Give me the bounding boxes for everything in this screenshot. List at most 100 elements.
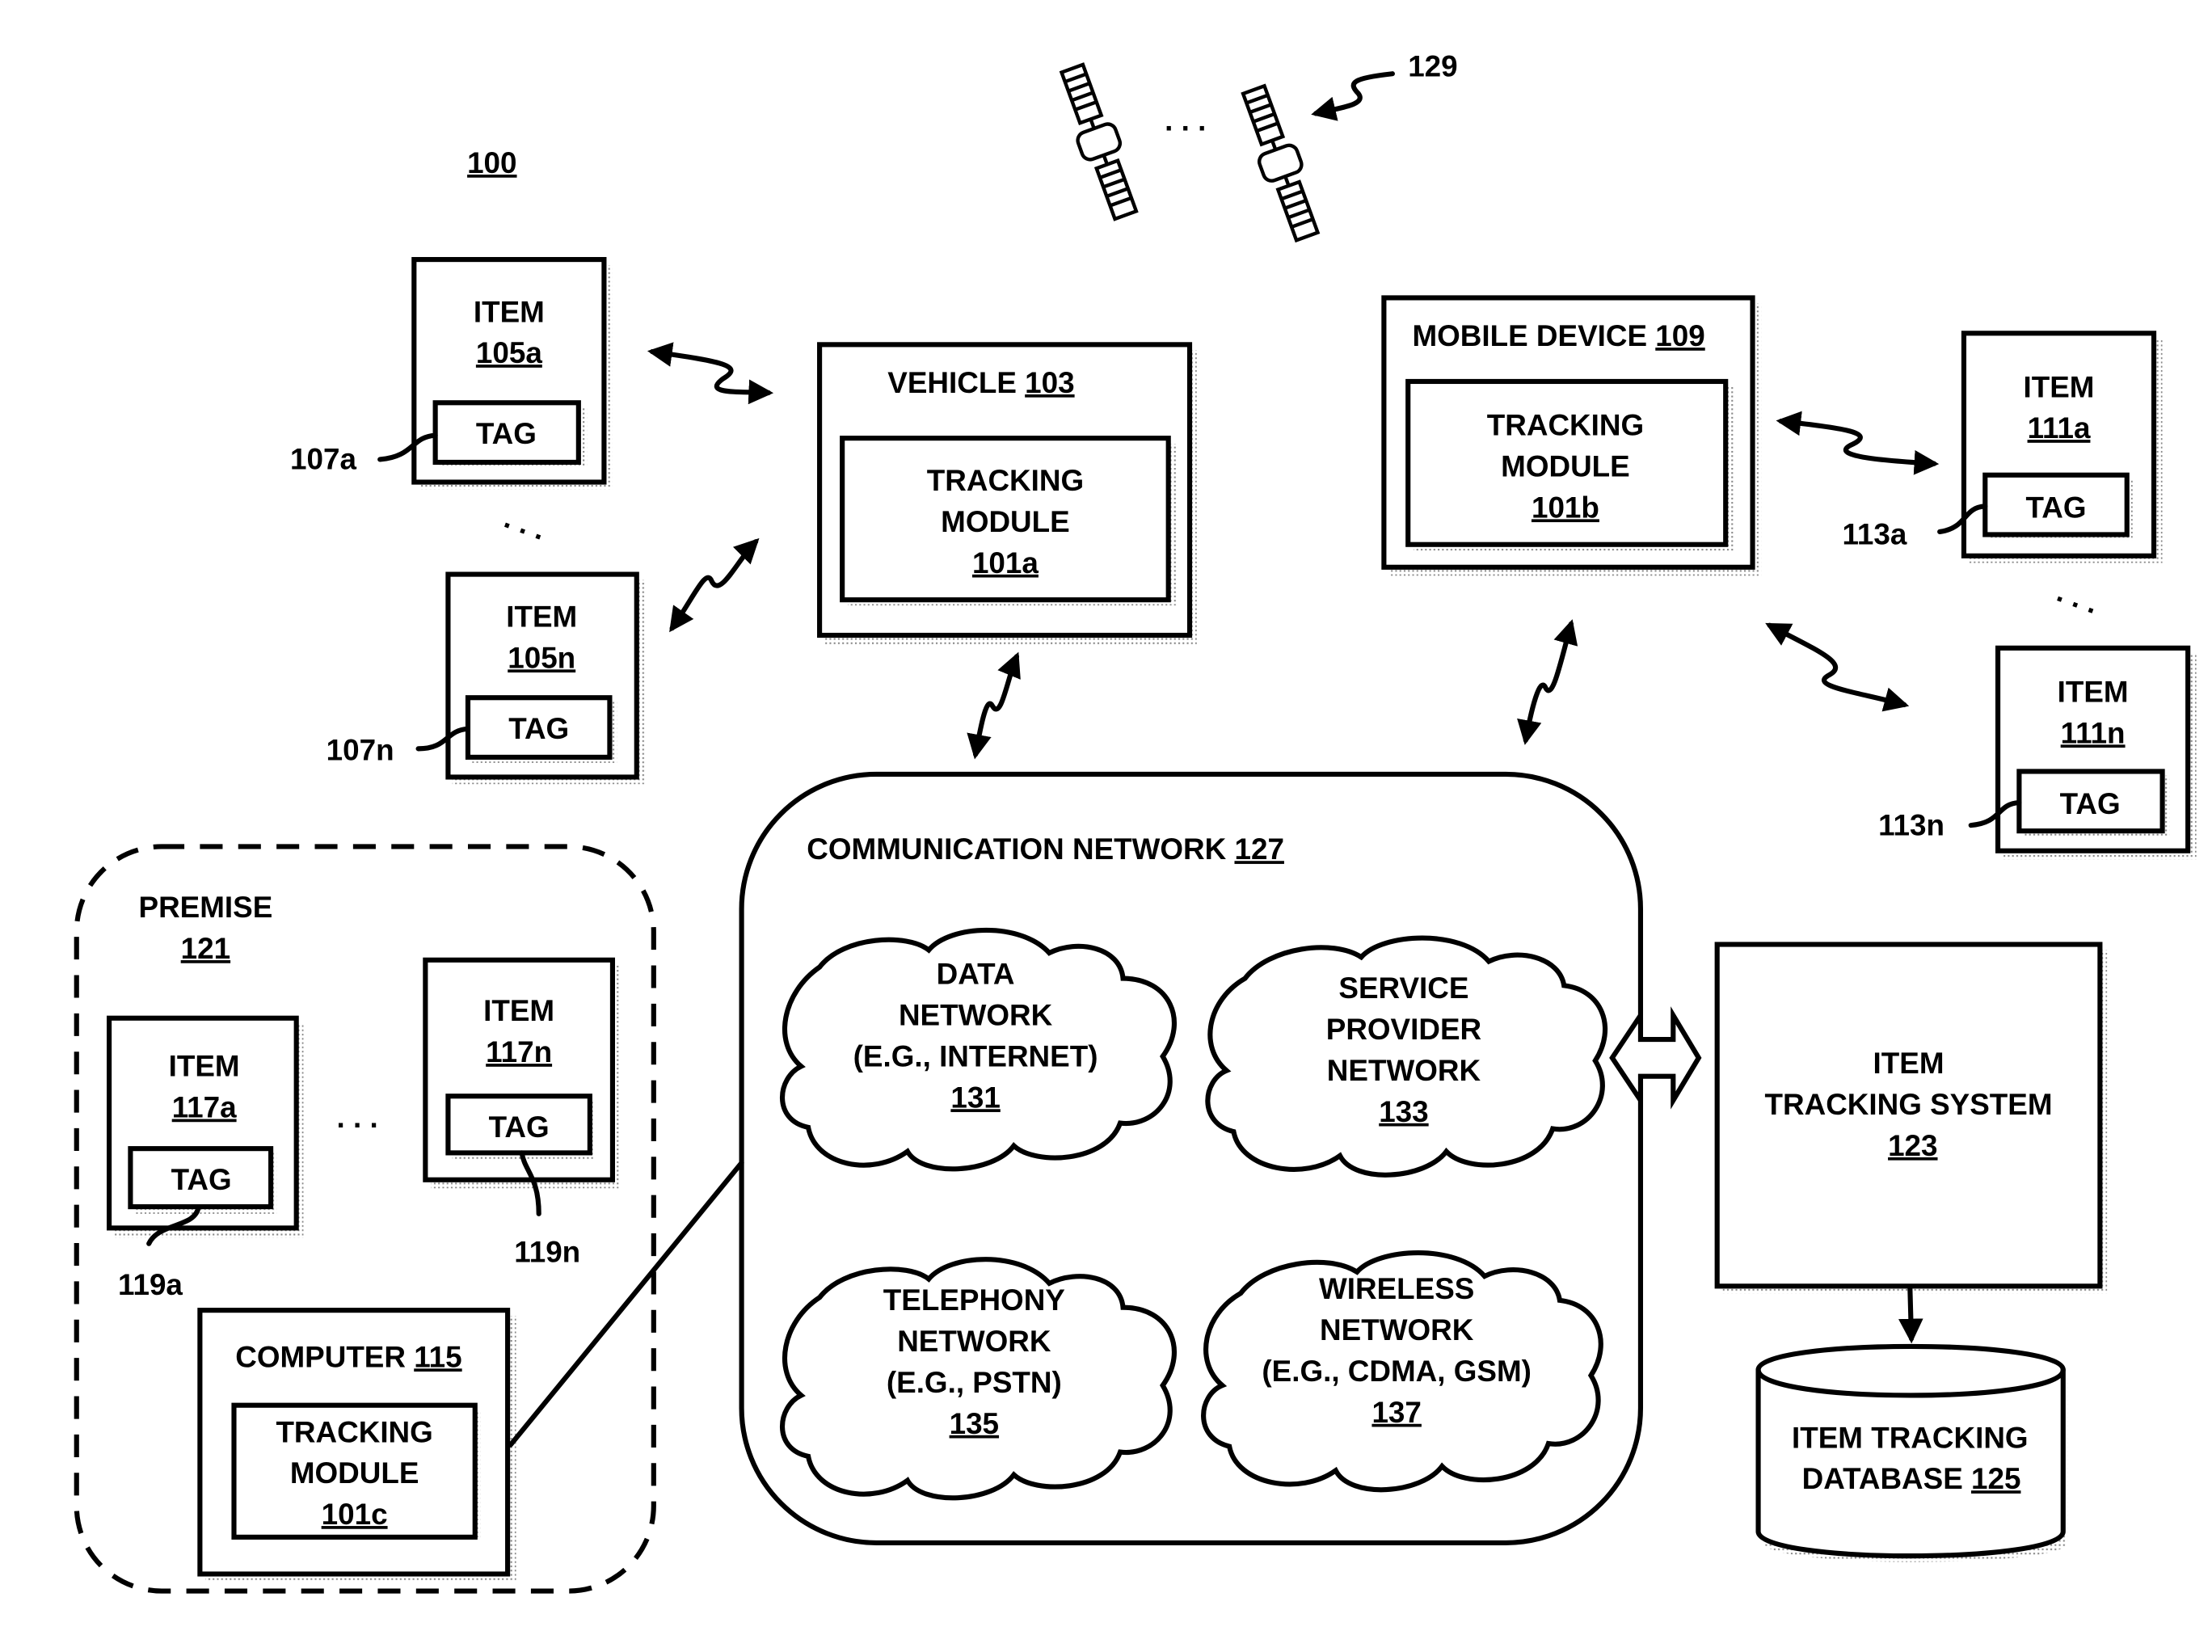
computer-title: COMPUTER — [235, 1340, 406, 1373]
system-line1: ITEM — [1873, 1047, 1944, 1080]
tag-ref: 107n — [327, 733, 394, 766]
system-ref: 123 — [1888, 1129, 1937, 1162]
cloud-line: NETWORK — [897, 1325, 1051, 1358]
tag-ref: 119n — [514, 1236, 580, 1269]
cloud-line: PROVIDER — [1326, 1013, 1481, 1046]
satellite-ellipsis: . . . — [1165, 103, 1206, 137]
tag-ref: 107a — [290, 443, 356, 476]
bidirectional-arrow-icon — [1609, 1006, 1702, 1110]
system-line2: TRACKING SYSTEM — [1765, 1088, 2053, 1121]
module-ref: 101b — [1532, 491, 1599, 524]
wireless-link-mobile-network — [1517, 619, 1578, 745]
premise-title: PREMISE — [139, 891, 273, 924]
module-line1: TRACKING — [1487, 409, 1644, 442]
item-title: ITEM — [506, 600, 577, 633]
cloud-line: NETWORK — [899, 999, 1053, 1032]
computer-network-link — [508, 1160, 744, 1448]
cloud-line: NETWORK — [1320, 1313, 1474, 1346]
cloud-line: TELEPHONY — [883, 1283, 1065, 1317]
module-line2: MODULE — [941, 505, 1070, 538]
cloud-wireless-network-137: WIRELESS NETWORK (E.G., CDMA, GSM) 137 — [1201, 1250, 1603, 1493]
tag-label: TAG — [508, 712, 569, 745]
svg-text:DATABASE 125: DATABASE 125 — [1802, 1462, 2021, 1495]
mobile-title: MOBILE DEVICE — [1412, 319, 1647, 352]
database-line2: DATABASE — [1802, 1462, 1963, 1495]
item-111a: ITEM 111a TAG 113a — [1842, 331, 2163, 563]
satellite-icon — [1059, 62, 1139, 221]
item-title: ITEM — [483, 994, 554, 1027]
network-ref: 127 — [1234, 832, 1283, 866]
item-105n: ITEM 105n TAG 107n — [327, 571, 646, 785]
item-ref: 117a — [172, 1091, 237, 1124]
item-117n: ITEM 117n TAG 119n — [423, 957, 620, 1269]
svg-text:COMMUNICATION NETWORK 127: COMMUNICATION NETWORK 127 — [807, 832, 1284, 866]
item-tracking-system-123: ITEM TRACKING SYSTEM 123 — [1714, 942, 2108, 1294]
wireless-link-mobile-111a — [1776, 411, 1940, 475]
module-line1: TRACKING — [927, 464, 1084, 497]
tag-ref: 113a — [1842, 518, 1907, 551]
cloud-telephony-network-135: TELEPHONY NETWORK (E.G., PSTN) 135 — [779, 1257, 1177, 1501]
tag-label: TAG — [2025, 491, 2086, 524]
cloud-line: DATA — [937, 958, 1015, 991]
network-title: COMMUNICATION NETWORK — [807, 832, 1226, 866]
wireless-link-105n-vehicle — [669, 537, 760, 633]
item-ref: 111n — [2061, 716, 2126, 749]
item-105a: ITEM 105a TAG 107a — [290, 257, 613, 490]
cloud-service-provider-network-133: SERVICE PROVIDER NETWORK 133 — [1205, 935, 1608, 1178]
tag-label: TAG — [2060, 787, 2121, 820]
item-title: ITEM — [2058, 675, 2129, 708]
tag-label: TAG — [489, 1110, 550, 1144]
communication-network-127: COMMUNICATION NETWORK 127 DATA NETWORK (… — [739, 771, 1644, 1545]
item-117a: ITEM 117a TAG 119a — [107, 1015, 304, 1301]
item-tracking-database-125: ITEM TRACKING DATABASE 125 — [1755, 1343, 2068, 1562]
cloud-line: NETWORK — [1327, 1054, 1481, 1087]
tag-ref: 119a — [118, 1268, 183, 1301]
item-title: ITEM — [474, 295, 545, 328]
item-title: ITEM — [169, 1050, 240, 1083]
cloud-line: WIRELESS — [1319, 1272, 1474, 1305]
vehicle-ref: 103 — [1025, 366, 1074, 399]
computer-ref: 115 — [414, 1340, 461, 1373]
svg-text:VEHICLE 103: VEHICLE 103 — [887, 366, 1074, 399]
module-line2: MODULE — [290, 1456, 419, 1490]
wireless-link-105a-vehicle — [647, 342, 774, 405]
item-ref: 105n — [508, 641, 575, 674]
premise-ref: 121 — [181, 932, 230, 965]
cloud-line: (E.G., PSTN) — [887, 1366, 1062, 1399]
items-ellipsis: . . . — [337, 1101, 378, 1134]
system-diagram: 100 . . . 129 ITEM 105a TAG 107a . . . I… — [74, 50, 2197, 1594]
tag-label: TAG — [171, 1163, 232, 1196]
item-ref: 111a — [2028, 411, 2091, 445]
tag-label: TAG — [476, 417, 537, 450]
cloud-line: (E.G., CDMA, GSM) — [1262, 1355, 1532, 1388]
svg-text:COMPUTER 115: COMPUTER 115 — [235, 1340, 461, 1373]
module-ref: 101a — [972, 546, 1039, 579]
figure-label: 100 — [467, 146, 516, 179]
items-ellipsis: . . . — [2053, 575, 2103, 620]
cloud-ref: 135 — [950, 1407, 999, 1440]
satellite-ref: 129 — [1408, 50, 1457, 83]
cloud-ref: 131 — [950, 1081, 1000, 1114]
cloud-line: SERVICE — [1338, 971, 1468, 1005]
cloud-data-network-131: DATA NETWORK (E.G., INTERNET) 131 — [779, 927, 1177, 1172]
vehicle-103: VEHICLE 103 TRACKING MODULE 101a — [817, 342, 1197, 646]
cloud-line: (E.G., INTERNET) — [853, 1039, 1098, 1073]
premise-121: PREMISE 121 ITEM 117a TAG 119a . . . ITE… — [74, 844, 656, 1594]
item-ref: 117n — [486, 1035, 552, 1068]
tag-ref: 113n — [1878, 808, 1944, 841]
vehicle-title: VEHICLE — [887, 366, 1017, 399]
satellite-icon — [1241, 83, 1321, 243]
mobile-device-109: MOBILE DEVICE 109 TRACKING MODULE 101b — [1381, 295, 1762, 576]
mobile-ref: 109 — [1655, 319, 1704, 352]
items-ellipsis: . . . — [500, 501, 550, 546]
cloud-ref: 137 — [1371, 1396, 1421, 1429]
module-line1: TRACKING — [276, 1415, 432, 1448]
item-111n: ITEM 111n TAG 113n — [1878, 645, 2197, 860]
database-line1: ITEM TRACKING — [1792, 1421, 2029, 1454]
system-database-arrow — [1898, 1285, 1923, 1344]
computer-115: COMPUTER 115 TRACKING MODULE 101c — [197, 1308, 516, 1582]
wireless-link-vehicle-network — [967, 651, 1021, 760]
database-ref: 125 — [1971, 1462, 2020, 1495]
cloud-ref: 133 — [1379, 1095, 1428, 1128]
satellite-pointer — [1311, 71, 1395, 121]
